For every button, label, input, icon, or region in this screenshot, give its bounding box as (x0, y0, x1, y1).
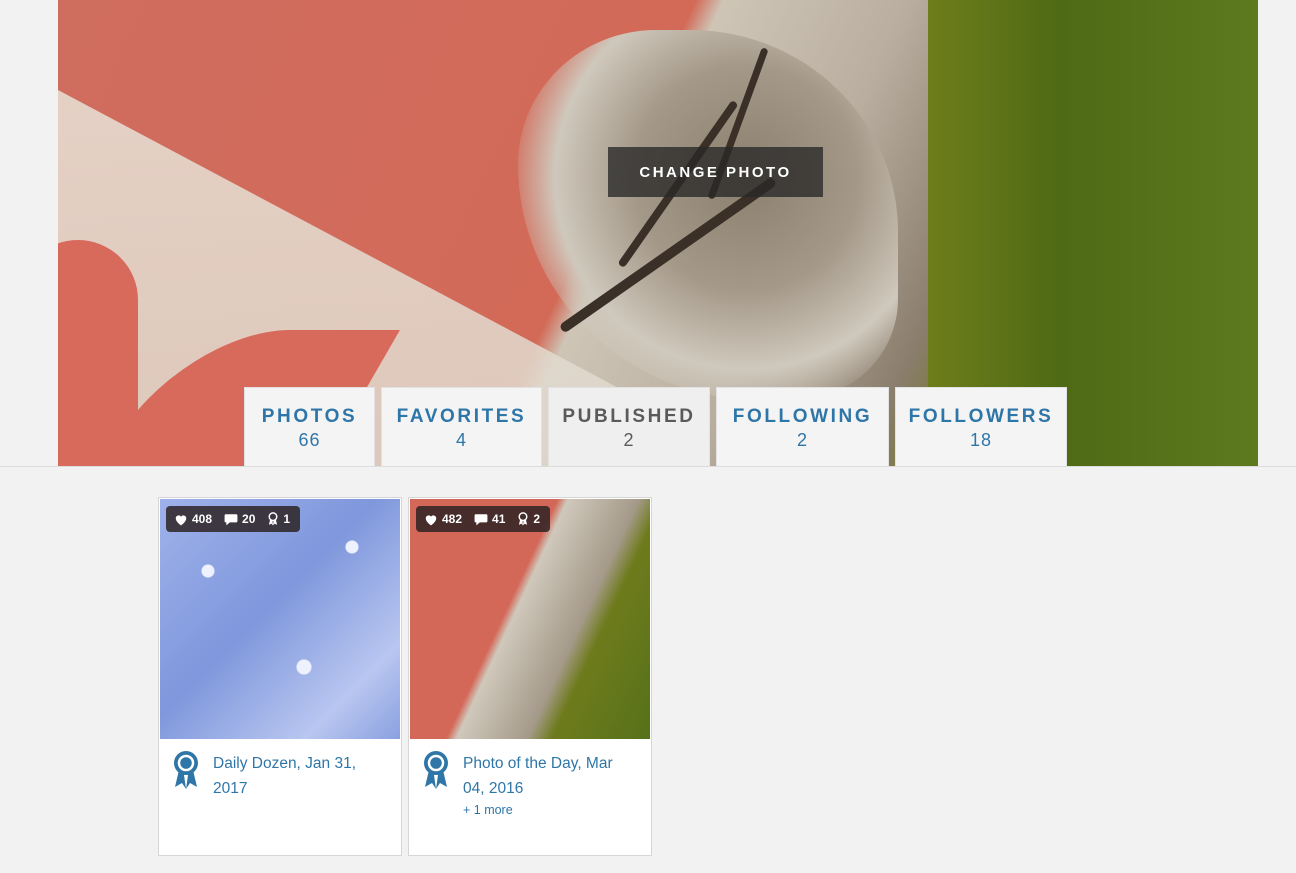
award-title[interactable]: Daily Dozen, Jan 31, 2017 (213, 751, 388, 801)
heart-icon (425, 514, 437, 525)
photo-stats: 482 41 2 (416, 506, 551, 532)
awards-count: 1 (283, 512, 291, 526)
awards-stat: 1 (267, 512, 290, 526)
comments-stat: 41 (474, 512, 505, 526)
tab-count: 18 (969, 430, 993, 450)
cover-delta (518, 30, 898, 400)
tab-label: FOLLOWING (732, 406, 873, 427)
tab-followers[interactable]: FOLLOWERS 18 (895, 387, 1067, 467)
tab-count: 2 (796, 430, 808, 450)
photo-image (160, 499, 400, 739)
awards-stat: 2 (517, 512, 540, 526)
photo-card[interactable]: 408 20 1 Daily Dozen, Jan 31, 2017 (158, 497, 402, 856)
awards-count: 2 (533, 512, 541, 526)
comments-count: 41 (492, 512, 506, 526)
tab-published[interactable]: PUBLISHED 2 (548, 387, 710, 467)
more-awards-link[interactable]: + 1 more (463, 803, 513, 817)
tab-label: PUBLISHED (562, 406, 696, 427)
photo-thumbnail[interactable]: 408 20 1 (160, 499, 400, 739)
comments-count: 20 (242, 512, 256, 526)
likes-count: 482 (442, 512, 463, 526)
likes-stat: 408 (174, 512, 212, 526)
tab-favorites[interactable]: FAVORITES 4 (381, 387, 542, 467)
comment-icon (474, 513, 488, 525)
tab-label: PHOTOS (261, 406, 358, 427)
tab-divider (0, 466, 1296, 467)
award-icon (268, 512, 278, 526)
change-photo-button[interactable]: CHANGE PHOTO (608, 147, 823, 197)
award-title[interactable]: Photo of the Day, Mar 04, 2016 (463, 751, 638, 801)
tab-count: 2 (623, 430, 635, 450)
ribbon-award-icon (174, 751, 198, 789)
ribbon-award-icon (424, 751, 448, 789)
profile-tabs: PHOTOS 66 FAVORITES 4 PUBLISHED 2 FOLLOW… (244, 387, 1067, 467)
tab-following[interactable]: FOLLOWING 2 (716, 387, 889, 467)
tab-count: 4 (455, 430, 467, 450)
award-icon (518, 512, 528, 526)
photo-stats: 408 20 1 (166, 506, 301, 532)
tab-count: 66 (298, 430, 321, 450)
photo-thumbnail[interactable]: 482 41 2 (410, 499, 650, 739)
tab-label: FAVORITES (396, 406, 527, 427)
comments-stat: 20 (224, 512, 255, 526)
likes-count: 408 (192, 512, 213, 526)
tab-photos[interactable]: PHOTOS 66 (244, 387, 375, 467)
comment-icon (224, 513, 238, 525)
heart-icon (175, 514, 187, 525)
photo-card[interactable]: 482 41 2 Photo of the Day, Mar 04, 2016 … (408, 497, 652, 856)
tab-label: FOLLOWERS (908, 406, 1054, 427)
likes-stat: 482 (424, 512, 462, 526)
photo-image (410, 499, 650, 739)
